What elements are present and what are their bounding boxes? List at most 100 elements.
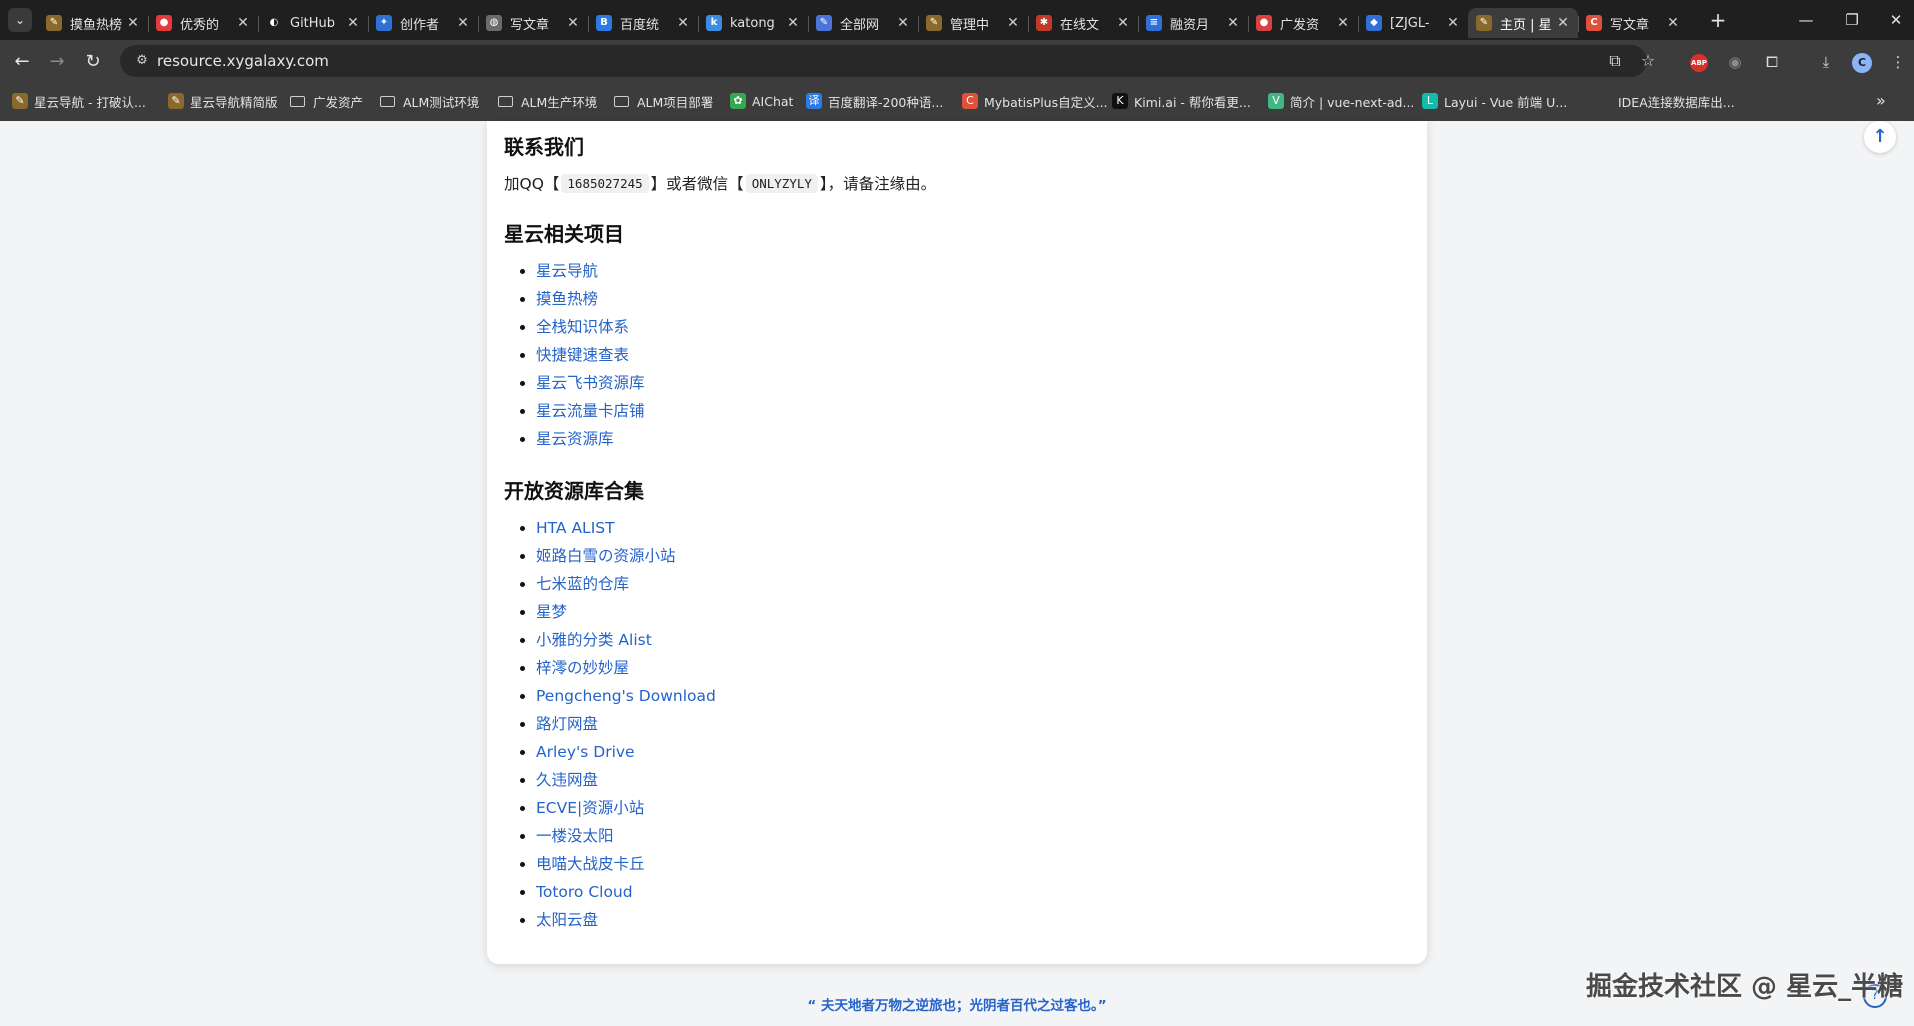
pen-icon: ✎ — [12, 93, 28, 109]
tab-close-icon[interactable]: ✕ — [896, 15, 910, 31]
bookmark-item[interactable]: K Kimi.ai - 帮你看更... — [1112, 91, 1251, 111]
resource-link[interactable]: 一楼没太阳 — [536, 827, 614, 845]
resource-link[interactable]: HTA ALIST — [536, 519, 615, 537]
browser-tab[interactable]: ✦ 创作者 ✕ — [368, 8, 478, 38]
tab-close-icon[interactable]: ✕ — [786, 15, 800, 31]
bookmark-item[interactable]: ALM测试环境 — [380, 91, 479, 111]
address-bar[interactable]: ⚙ resource.xygalaxy.com ⧉ ☆ — [120, 45, 1655, 77]
browser-tab[interactable]: ◐ GitHub ✕ — [258, 8, 368, 38]
browser-tab[interactable]: ≡ 融资月 ✕ — [1138, 8, 1248, 38]
tab-close-icon[interactable]: ✕ — [676, 15, 690, 31]
bookmark-item[interactable]: IDEA连接数据库出... — [1596, 91, 1735, 111]
tab-close-icon[interactable]: ✕ — [126, 15, 140, 31]
tab-close-icon[interactable]: ✕ — [456, 15, 470, 31]
browser-tab[interactable]: ✱ 在线文 ✕ — [1028, 8, 1138, 38]
list-item: 久违网盘 — [536, 766, 716, 794]
browser-tab[interactable]: C 写文章 ✕ — [1578, 8, 1688, 38]
csdn-icon: C — [1586, 15, 1602, 31]
resource-link[interactable]: 全栈知识体系 — [536, 318, 629, 336]
bookmark-star-icon[interactable]: ☆ — [1636, 45, 1660, 77]
tab-close-icon[interactable]: ✕ — [1226, 15, 1240, 31]
tab-close-icon[interactable]: ✕ — [346, 15, 360, 31]
site-info-icon[interactable]: ⚙ — [132, 45, 152, 77]
extension-icon[interactable]: ◉ — [1723, 50, 1747, 74]
browser-tab[interactable]: k katong ✕ — [698, 8, 808, 38]
resource-link[interactable]: Arley's Drive — [536, 743, 635, 761]
browser-tab[interactable]: ◆ [ZJGL- ✕ — [1358, 8, 1468, 38]
resource-link[interactable]: 太阳云盘 — [536, 911, 598, 929]
tab-close-icon[interactable]: ✕ — [1336, 15, 1350, 31]
bookmark-item[interactable]: ✎ 星云导航精简版 — [168, 91, 278, 111]
resource-link[interactable]: 小雅的分类 Alist — [536, 631, 652, 649]
bookmark-item[interactable]: C MybatisPlus自定义... — [962, 91, 1108, 111]
profile-avatar[interactable]: C — [1852, 53, 1872, 73]
tab-title: 融资月 — [1170, 17, 1210, 33]
tab-close-icon[interactable]: ✕ — [1666, 15, 1680, 31]
list-item: 小雅的分类 Alist — [536, 626, 716, 654]
resource-link[interactable]: 星云资源库 — [536, 430, 614, 448]
bookmark-label: MybatisPlus自定义... — [984, 94, 1108, 110]
list-item: 快捷键速查表 — [536, 341, 645, 369]
tab-title: 主页 | 星 — [1500, 17, 1552, 33]
bookmark-item[interactable]: V 简介 | vue-next-ad... — [1268, 91, 1414, 111]
bookmark-item[interactable]: L Layui - Vue 前端 U... — [1422, 91, 1567, 111]
bookmark-item[interactable]: 译百度翻译-200种语... — [806, 91, 943, 111]
resource-link[interactable]: 星云飞书资源库 — [536, 374, 645, 392]
resource-link[interactable]: 七米蓝的仓库 — [536, 575, 629, 593]
bookmark-item[interactable]: ALM生产环境 — [498, 91, 597, 111]
reload-button[interactable]: ↻ — [80, 49, 106, 75]
browser-tab[interactable]: B 百度统 ✕ — [588, 8, 698, 38]
restore-button[interactable]: ❐ — [1829, 8, 1875, 32]
downloads-icon[interactable]: ⤓ — [1814, 50, 1838, 74]
resource-link[interactable]: 路灯网盘 — [536, 715, 598, 733]
new-tab-button[interactable]: + — [1705, 8, 1731, 34]
resource-link[interactable]: 快捷键速查表 — [536, 346, 629, 364]
browser-tab[interactable]: ◍ 写文章 ✕ — [478, 8, 588, 38]
contact-middle: 】或者微信【 — [650, 175, 744, 193]
globe-icon: ◍ — [486, 15, 502, 31]
bookmark-item[interactable]: ✎ 星云导航 - 打破认... — [12, 91, 146, 111]
resource-link[interactable]: Pengcheng's Download — [536, 687, 716, 705]
browser-tab[interactable]: ✎ 主页 | 星 ✕ — [1468, 8, 1578, 38]
tab-close-icon[interactable]: ✕ — [1006, 15, 1020, 31]
adblock-extension-icon[interactable]: ABP — [1690, 54, 1708, 72]
browser-tab[interactable]: ● 优秀的 ✕ — [148, 8, 258, 38]
browser-tab[interactable]: ✎ 全部网 ✕ — [808, 8, 918, 38]
tab-close-icon[interactable]: ✕ — [566, 15, 580, 31]
resource-link[interactable]: 星云流量卡店铺 — [536, 402, 645, 420]
browser-menu-icon[interactable]: ⋮ — [1886, 50, 1910, 74]
bookmark-item[interactable]: ALM项目部署 — [614, 91, 713, 111]
resource-link[interactable]: 久违网盘 — [536, 771, 598, 789]
tab-close-icon[interactable]: ✕ — [1116, 15, 1130, 31]
bookmarks-overflow-icon[interactable]: » — [1876, 91, 1886, 110]
tab-close-icon[interactable]: ✕ — [1446, 15, 1460, 31]
bookmark-item[interactable]: ✿ AIChat — [730, 91, 793, 111]
tab-search-button[interactable]: ⌄ — [8, 8, 32, 32]
list-item: 星云流量卡店铺 — [536, 397, 645, 425]
resource-link[interactable]: Totoro Cloud — [536, 883, 633, 901]
bookmark-label: Layui - Vue 前端 U... — [1444, 94, 1568, 110]
resource-link[interactable]: 星梦 — [536, 603, 567, 621]
browser-tab[interactable]: ✎ 摸鱼热榜 ✕ — [38, 8, 148, 38]
resource-link[interactable]: 电喵大战皮卡丘 — [536, 855, 645, 873]
resource-link[interactable]: 星云导航 — [536, 262, 598, 280]
resource-link[interactable]: 梓澪の妙妙屋 — [536, 659, 629, 677]
minimize-button[interactable]: — — [1783, 8, 1829, 32]
list-item: 摸鱼热榜 — [536, 285, 645, 313]
tab-close-icon[interactable]: ✕ — [236, 15, 250, 31]
browser-tab[interactable]: ● 广发资 ✕ — [1248, 8, 1358, 38]
extensions-puzzle-icon[interactable]: ⧠ — [1760, 50, 1784, 74]
back-button[interactable]: ← — [9, 49, 35, 75]
install-app-icon[interactable]: ⧉ — [1603, 45, 1627, 77]
resource-link[interactable]: ECVE|资源小站 — [536, 799, 644, 817]
close-window-button[interactable]: ✕ — [1873, 8, 1914, 32]
back-to-top-button[interactable]: ↑ — [1864, 121, 1896, 153]
resource-link[interactable]: 姬路白雪の资源小站 — [536, 547, 676, 565]
browser-tab[interactable]: ✎ 管理中 ✕ — [918, 8, 1028, 38]
bookmark-label: 星云导航精简版 — [190, 94, 278, 110]
forward-button[interactable]: → — [44, 49, 70, 75]
note-icon: k — [706, 15, 722, 31]
resource-link[interactable]: 摸鱼热榜 — [536, 290, 598, 308]
tab-close-icon[interactable]: ✕ — [1556, 15, 1570, 31]
bookmark-item[interactable]: 广发资产 — [290, 91, 363, 111]
